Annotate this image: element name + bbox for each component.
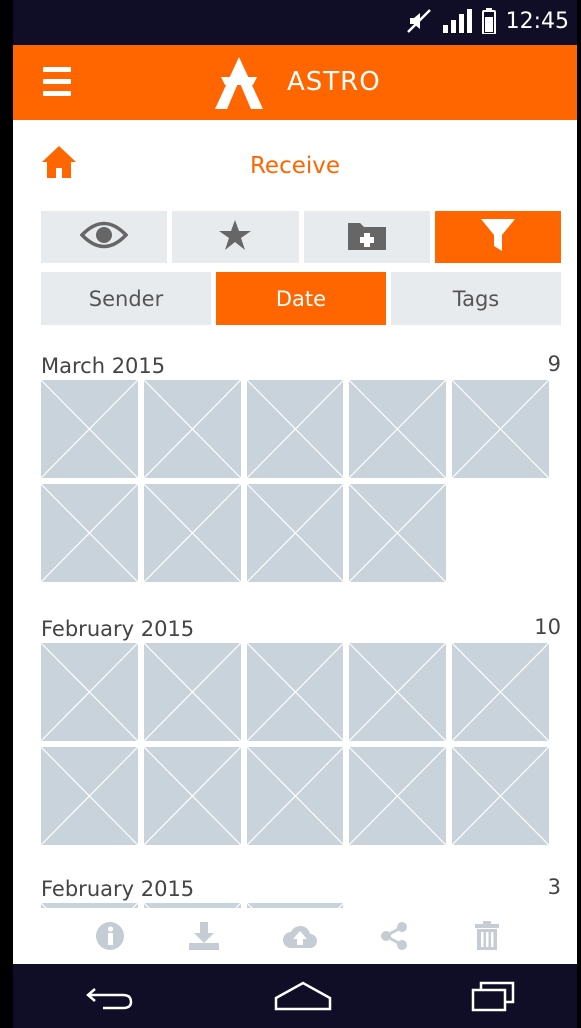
thumbnail[interactable]: [452, 380, 549, 478]
thumbnail[interactable]: [143, 747, 241, 845]
placeholder-image-icon: [349, 747, 447, 845]
filter-button[interactable]: [434, 211, 561, 263]
favorites-button[interactable]: [172, 211, 299, 263]
thumbnail[interactable]: [349, 643, 447, 741]
thumbnail[interactable]: [41, 747, 138, 845]
placeholder-image-icon: [246, 484, 344, 582]
placeholder-image-icon: [143, 484, 241, 582]
delete-icon[interactable]: [469, 920, 505, 952]
page-title: Receive: [249, 153, 341, 179]
sort-tabs: Sender Date Tags: [41, 272, 561, 325]
thumbnail[interactable]: [143, 380, 241, 478]
placeholder-image-icon: [143, 643, 241, 741]
section-title: February 2015: [41, 877, 195, 901]
brand-title: ASTRO: [287, 67, 381, 97]
eye-icon: [79, 220, 129, 254]
download-icon[interactable]: [186, 920, 222, 952]
status-bar: 12:45: [13, 0, 577, 45]
thumbnail[interactable]: [349, 484, 447, 582]
battery-icon: [481, 8, 496, 34]
astro-logo: [215, 57, 263, 113]
upload-icon[interactable]: [282, 920, 318, 952]
mute-icon: [406, 8, 432, 34]
hamburger-icon[interactable]: [43, 67, 71, 97]
thumbnail[interactable]: [452, 643, 549, 741]
filter-icon: [480, 218, 516, 256]
thumbnail[interactable]: [143, 643, 241, 741]
section-header: February 2015 10: [41, 613, 561, 643]
app-bar: ASTRO: [13, 45, 577, 120]
view-button[interactable]: [41, 211, 168, 263]
recents-icon[interactable]: [471, 978, 515, 1014]
thumbnail-grid: [41, 643, 561, 845]
folder-add-icon: [347, 219, 387, 255]
date-section: March 2015 9: [41, 350, 561, 582]
placeholder-image-icon: [246, 380, 344, 478]
clock: 12:45: [505, 8, 569, 34]
thumbnail[interactable]: [41, 643, 138, 741]
section-count: 9: [547, 352, 561, 376]
section-count: 10: [534, 615, 561, 639]
section-title: March 2015: [41, 354, 166, 378]
section-header: February 2015 3: [41, 873, 561, 903]
info-icon[interactable]: [92, 920, 128, 952]
screen: 12:45 ASTRO Receive Sender Date Tags Mar…: [13, 0, 577, 1028]
bottom-action-bar: [13, 908, 577, 964]
section-count: 3: [547, 875, 561, 899]
placeholder-image-icon: [452, 747, 549, 845]
tab-sender[interactable]: Sender: [41, 272, 211, 325]
thumbnail-grid: [41, 380, 561, 582]
placeholder-image-icon: [452, 380, 549, 478]
section-header: March 2015 9: [41, 350, 561, 380]
back-icon[interactable]: [85, 978, 135, 1014]
thumbnail[interactable]: [246, 747, 344, 845]
thumbnail[interactable]: [452, 747, 549, 845]
new-folder-button[interactable]: [303, 211, 430, 263]
placeholder-image-icon: [349, 643, 447, 741]
home-nav-icon[interactable]: [273, 978, 333, 1014]
tab-tags[interactable]: Tags: [391, 272, 561, 325]
placeholder-image-icon: [41, 643, 138, 741]
thumbnail[interactable]: [246, 484, 344, 582]
placeholder-image-icon: [349, 484, 447, 582]
placeholder-image-icon: [246, 643, 344, 741]
placeholder-image-icon: [452, 643, 549, 741]
share-icon[interactable]: [376, 920, 412, 952]
thumbnail[interactable]: [246, 643, 344, 741]
thumbnail[interactable]: [41, 484, 138, 582]
placeholder-image-icon: [143, 747, 241, 845]
placeholder-image-icon: [143, 380, 241, 478]
star-icon: [218, 219, 252, 255]
left-bezel: [0, 0, 13, 1028]
signal-icon: [442, 9, 472, 33]
placeholder-image-icon: [349, 380, 447, 478]
thumbnail[interactable]: [349, 380, 447, 478]
placeholder-image-icon: [41, 380, 138, 478]
thumbnail[interactable]: [41, 380, 138, 478]
thumbnail[interactable]: [143, 484, 241, 582]
placeholder-image-icon: [41, 484, 138, 582]
page-header: Receive: [13, 125, 577, 205]
date-section: February 2015 10: [41, 613, 561, 845]
thumbnail[interactable]: [349, 747, 447, 845]
tab-date[interactable]: Date: [216, 272, 386, 325]
view-toolbar: [41, 211, 561, 263]
placeholder-image-icon: [246, 747, 344, 845]
date-section: February 2015 3: [41, 873, 561, 908]
placeholder-image-icon: [41, 747, 138, 845]
right-bezel: [577, 0, 581, 1028]
system-nav-bar: [13, 964, 577, 1028]
device-frame: 12:45 ASTRO Receive Sender Date Tags Mar…: [0, 0, 581, 1028]
section-title: February 2015: [41, 617, 195, 641]
thumbnail[interactable]: [246, 380, 344, 478]
